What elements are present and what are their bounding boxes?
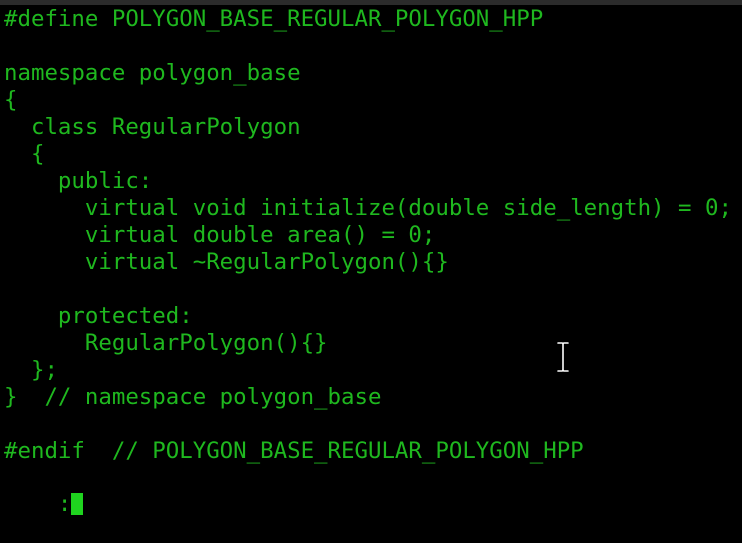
block-cursor-icon — [71, 493, 84, 515]
command-line[interactable]: : — [4, 465, 84, 517]
code-line-8: virtual void initialize(double side_leng… — [4, 195, 732, 221]
code-line-1: #define POLYGON_BASE_REGULAR_POLYGON_HPP — [4, 6, 544, 32]
code-line-15: } // namespace polygon_base — [4, 384, 382, 410]
text-ibeam-icon — [556, 341, 570, 373]
command-prompt: : — [57, 491, 72, 517]
code-line-3: namespace polygon_base — [4, 60, 301, 86]
code-line-7: public: — [4, 168, 153, 194]
code-line-5: class RegularPolygon — [4, 114, 301, 140]
code-line-9: virtual double area() = 0; — [4, 222, 436, 248]
code-line-14: }; — [4, 357, 58, 383]
code-line-12: protected: — [4, 303, 193, 329]
code-line-6: { — [4, 141, 45, 167]
code-line-17: #endif // POLYGON_BASE_REGULAR_POLYGON_H… — [4, 438, 584, 464]
code-line-13: RegularPolygon(){} — [4, 330, 328, 356]
terminal-editor[interactable]: #define POLYGON_BASE_REGULAR_POLYGON_HPP… — [0, 5, 742, 517]
code-line-10: virtual ~RegularPolygon(){} — [4, 249, 449, 275]
code-line-4: { — [4, 87, 18, 113]
